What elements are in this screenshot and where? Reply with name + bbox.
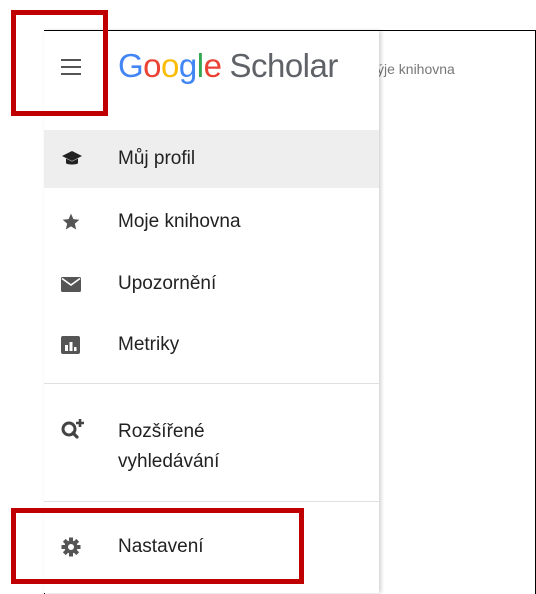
menu-item-label: Moje knihovna <box>118 211 241 232</box>
menu-item-label: Můj profil <box>118 148 196 169</box>
logo-letter: G <box>118 47 144 84</box>
google-wordmark: Google <box>118 47 222 84</box>
advanced-search-line1: Rozšířené <box>118 421 205 442</box>
menu-item-advanced-search[interactable]: Rozšířené vyhledávání <box>44 403 379 483</box>
background-library-link: ýje knihovna <box>377 61 455 77</box>
menu-item-label: Metriky <box>118 334 180 355</box>
menu-item-label: Nastavení <box>118 536 204 557</box>
hamburger-icon <box>61 59 81 61</box>
menu-item-settings[interactable]: Nastavení <box>44 517 379 577</box>
search-plus-icon <box>61 418 85 445</box>
envelope-icon <box>61 277 81 297</box>
logo-letter: g <box>178 47 197 84</box>
graduation-cap-icon <box>61 150 83 173</box>
menu-item-alerts[interactable]: Upozornění <box>44 254 379 314</box>
scholar-wordmark: Scholar <box>229 47 338 84</box>
menu-item-metrics[interactable]: Metriky <box>44 315 379 375</box>
star-icon <box>61 212 81 237</box>
menu-divider <box>44 501 379 502</box>
google-scholar-logo[interactable]: Google Scholar <box>118 47 338 85</box>
menu-item-my-library[interactable]: Moje knihovna <box>44 192 379 252</box>
gear-icon <box>61 537 81 562</box>
menu-item-label: Rozšířené vyhledávání <box>118 417 219 477</box>
menu-item-label: Upozornění <box>118 273 217 294</box>
bar-chart-icon <box>61 336 80 359</box>
advanced-search-line2: vyhledávání <box>118 451 220 472</box>
hamburger-icon-line <box>61 66 81 68</box>
logo-letter: o <box>143 47 162 84</box>
menu-item-my-profile[interactable]: Můj profil <box>44 130 379 188</box>
menu-divider <box>44 383 379 384</box>
hamburger-menu-button[interactable] <box>58 56 88 78</box>
logo-letter: l <box>196 47 204 84</box>
logo-letter: o <box>161 47 179 84</box>
hamburger-icon-line <box>61 73 81 75</box>
logo-letter: e <box>203 47 222 84</box>
